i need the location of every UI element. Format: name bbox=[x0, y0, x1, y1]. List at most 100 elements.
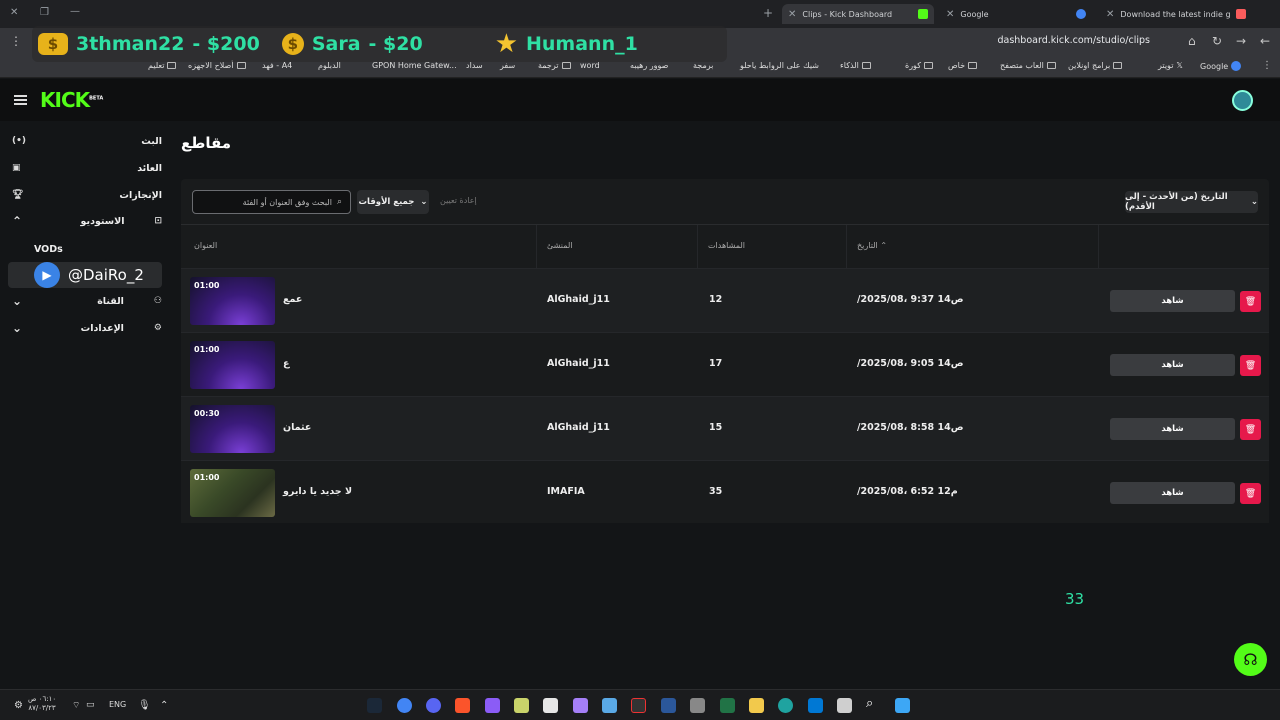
app-icon[interactable] bbox=[573, 698, 588, 713]
chrome-icon[interactable] bbox=[397, 698, 412, 713]
store-icon[interactable] bbox=[543, 698, 558, 713]
sidebar-item-settings[interactable]: ⌄ الإعدادات ⚙ bbox=[12, 317, 162, 339]
clip-thumbnail[interactable]: 01:00 bbox=[190, 277, 275, 325]
column-header-title[interactable]: العنوان bbox=[194, 241, 217, 250]
star-icon: ★ bbox=[494, 29, 518, 59]
folder-icon bbox=[924, 62, 933, 69]
app-icon[interactable] bbox=[514, 698, 529, 713]
bookmark-link[interactable]: صوور رهيبه bbox=[630, 61, 668, 70]
page-title: مقاطع bbox=[181, 134, 232, 152]
bookmark-folder[interactable]: ترجمة bbox=[538, 61, 571, 70]
clip-thumbnail[interactable]: 01:00 bbox=[190, 469, 275, 517]
tab-clips-kick[interactable]: ✕ Clips - Kick Dashboard bbox=[782, 4, 934, 24]
avatar[interactable] bbox=[1232, 90, 1253, 111]
bookmark-link[interactable]: شيك على الروابط ياحلو bbox=[740, 61, 819, 70]
url-field[interactable]: dashboard.kick.com/studio/clips bbox=[997, 35, 1150, 46]
notepad-icon[interactable] bbox=[602, 698, 617, 713]
clip-title: ع bbox=[283, 358, 290, 369]
bookmark-folder[interactable]: تعليم bbox=[148, 61, 177, 70]
windows-start-icon[interactable] bbox=[895, 698, 910, 713]
language-indicator[interactable]: ENG bbox=[109, 700, 126, 709]
sidebar-item-achievements[interactable]: 🏆︎ الإنجازات bbox=[12, 184, 162, 206]
bookmark-folder[interactable]: العاب متصفح bbox=[1000, 61, 1056, 70]
home-icon[interactable]: ⌂ bbox=[1188, 34, 1196, 48]
kick-logo[interactable]: KICKBETA bbox=[40, 88, 103, 112]
file-explorer-icon[interactable] bbox=[749, 698, 764, 713]
delete-icon[interactable]: 🗑︎ bbox=[1240, 419, 1261, 440]
calculator-icon[interactable] bbox=[690, 698, 705, 713]
obs-icon[interactable] bbox=[631, 698, 646, 713]
sidebar-item-vods[interactable]: VODs bbox=[34, 238, 94, 260]
display-icon[interactable]: ▭ bbox=[86, 700, 95, 710]
discord-icon[interactable] bbox=[426, 698, 441, 713]
watch-button[interactable]: شاهد bbox=[1110, 482, 1235, 504]
bookmark-google[interactable]: Google bbox=[1200, 61, 1242, 71]
sidebar-item-channel[interactable]: ⌄ القناة ⚇ bbox=[12, 290, 162, 312]
steam-icon[interactable] bbox=[367, 698, 382, 713]
bookmark-folder[interactable]: الذكاء bbox=[840, 61, 871, 70]
outlook-icon[interactable] bbox=[808, 698, 823, 713]
settings-icon: ⚙ bbox=[153, 323, 162, 333]
bookmark-link[interactable]: word bbox=[580, 61, 600, 70]
bookmark-link[interactable]: GPON Home Gatew... bbox=[372, 61, 457, 70]
hamburger-menu-icon[interactable] bbox=[14, 95, 27, 105]
column-header-creator[interactable]: المنشئ bbox=[547, 241, 573, 250]
support-chat-icon[interactable]: ☊ bbox=[1234, 643, 1267, 676]
delete-icon[interactable]: 🗑︎ bbox=[1240, 483, 1261, 504]
search-input[interactable]: البحث وفق العنوان أو الفئة ⌕ bbox=[192, 190, 351, 214]
watch-button[interactable]: شاهد bbox=[1110, 354, 1235, 376]
reset-button[interactable]: إعادة تعيين bbox=[440, 196, 477, 205]
tab-close-icon[interactable]: ✕ bbox=[946, 9, 954, 20]
window-minimize-icon[interactable]: — bbox=[70, 6, 80, 17]
window-restore-icon[interactable]: ❐ bbox=[40, 7, 49, 18]
clock[interactable]: ٠٦:١٠ ص ٨٧/٠٣/٢٣ bbox=[28, 695, 56, 713]
column-header-views[interactable]: المشاهدات bbox=[708, 241, 745, 250]
sidebar-item-revenue[interactable]: ▣ العائد bbox=[12, 157, 162, 179]
column-header-date[interactable]: التاريخ ⌃ bbox=[857, 241, 887, 250]
chevron-up-icon[interactable]: ⌃ bbox=[160, 700, 168, 711]
brave-icon[interactable] bbox=[455, 698, 470, 713]
app-icon[interactable] bbox=[485, 698, 500, 713]
wifi-icon[interactable]: ⌔ bbox=[72, 700, 80, 711]
tab-close-icon[interactable]: ✕ bbox=[788, 9, 796, 20]
bookmark-folder[interactable]: خاص bbox=[948, 61, 978, 70]
bookmark-folder[interactable]: كورة bbox=[905, 61, 933, 70]
delete-icon[interactable]: 🗑︎ bbox=[1240, 291, 1261, 312]
sort-dropdown[interactable]: التاريخ (من الأحدث - إلى الأقدم) ⌄ bbox=[1125, 191, 1258, 213]
settings-tray-icon[interactable]: ⚙ bbox=[14, 700, 23, 711]
tab-close-icon[interactable]: ✕ bbox=[1106, 9, 1114, 20]
tab-google[interactable]: ✕ Google bbox=[940, 4, 1092, 24]
edge-icon[interactable] bbox=[778, 698, 793, 713]
back-icon[interactable]: ← bbox=[1260, 34, 1270, 48]
microphone-icon[interactable]: 🎙︎ bbox=[138, 700, 151, 711]
time-filter-dropdown[interactable]: جميع الأوقات ⌄ bbox=[357, 190, 429, 214]
bookmark-link[interactable]: سداد bbox=[466, 61, 483, 70]
bookmark-folder[interactable]: أصلاح الاجهزه bbox=[188, 61, 246, 70]
bookmarks-menu-icon[interactable]: ⋮ bbox=[1262, 60, 1272, 71]
watch-button[interactable]: شاهد bbox=[1110, 418, 1235, 440]
delete-icon[interactable]: 🗑︎ bbox=[1240, 355, 1261, 376]
bookmark-twitter[interactable]: تويتر 𝕏 bbox=[1158, 61, 1183, 70]
task-view-icon[interactable] bbox=[837, 698, 852, 713]
excel-icon[interactable] bbox=[720, 698, 735, 713]
tab-indie-game[interactable]: ✕ Download the latest indie game bbox=[1100, 4, 1265, 24]
word-icon[interactable] bbox=[661, 698, 676, 713]
clip-thumbnail[interactable]: 00:30 bbox=[190, 405, 275, 453]
menu-dots-icon[interactable]: ⋮ bbox=[10, 34, 22, 48]
reload-icon[interactable]: ↻ bbox=[1212, 34, 1222, 48]
bookmark-link[interactable]: سفر bbox=[500, 61, 515, 70]
bookmark-link[interactable]: برمجة bbox=[693, 61, 713, 70]
clip-thumbnail[interactable]: 01:00 bbox=[190, 341, 275, 389]
itch-icon bbox=[1236, 9, 1247, 19]
sidebar-item-studio[interactable]: ⌃ الاستوديو ⊡ bbox=[12, 210, 162, 232]
forward-icon[interactable]: → bbox=[1236, 34, 1246, 48]
bookmark-folder[interactable]: برامج اونلاين bbox=[1068, 61, 1123, 70]
new-tab-icon[interactable]: + bbox=[763, 6, 773, 20]
window-close-icon[interactable]: ✕ bbox=[10, 7, 18, 18]
sort-ascending-icon: ⌃ bbox=[880, 241, 888, 250]
bookmark-link[interactable]: فهد - A4 bbox=[262, 61, 292, 70]
search-icon[interactable]: ⌕ bbox=[866, 696, 881, 711]
bookmark-link[interactable]: الدبلوم bbox=[318, 61, 341, 70]
sidebar-item-broadcast[interactable]: (•) البث bbox=[12, 130, 162, 152]
watch-button[interactable]: شاهد bbox=[1110, 290, 1235, 312]
